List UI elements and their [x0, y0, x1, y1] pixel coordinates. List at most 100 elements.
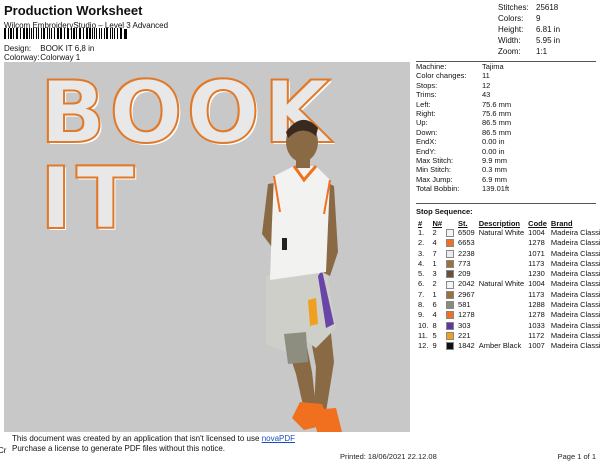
stitch-count: 6653 [458, 238, 475, 248]
color-description: Amber Black [478, 341, 522, 351]
info-value: 11 [482, 71, 490, 81]
color-swatch [444, 290, 456, 300]
table-row: 12.9 1842Amber Black 1007 Madeira Classic 4… [416, 341, 600, 351]
footer: Printed: 18/06/2021 22.12.08 Page 1 of 1 [340, 452, 596, 461]
barcode-bar [64, 28, 65, 39]
barcode-bar [60, 28, 62, 39]
barcode-bar [54, 28, 55, 39]
info-value: 0.00 in [482, 146, 505, 156]
color-swatch [444, 279, 456, 289]
thread-code: 1278 [528, 238, 545, 248]
thread-code: 1173 [528, 289, 545, 299]
barcode-bar [79, 28, 81, 39]
color-description [477, 238, 526, 248]
needle-number: 2 [432, 279, 437, 289]
stop-number: 3. [418, 248, 425, 258]
machine-info-row: Up: 86.5 mm [416, 118, 596, 127]
barcode-bar [71, 28, 72, 39]
novapdf-link[interactable]: novaPDF [262, 434, 295, 443]
thread-brand: Madeira Classic 40 [550, 228, 600, 237]
thread-brand: Madeira Classic 40 [550, 341, 600, 351]
col-description: Description [478, 218, 520, 228]
stats-panel: Stitches: 25618 Colors: 9 Height: 6.81 in W… [498, 2, 560, 57]
color-swatch [444, 300, 456, 310]
needle-number: 4 [432, 310, 437, 320]
stop-number: 4. [418, 258, 425, 268]
stat-colors: Colors: 9 [498, 14, 541, 23]
stitch-count: 2967 [458, 289, 475, 299]
info-value: 86.5 mm [482, 118, 512, 128]
barcode-bar [101, 28, 102, 39]
stop-number: 9. [418, 310, 425, 320]
info-label: Color changes: [416, 71, 467, 81]
barcode-bar [89, 28, 91, 39]
thread-color-swatch [446, 270, 455, 279]
thread-code: 1007 [528, 341, 545, 351]
barcode-bar [47, 28, 48, 39]
info-value: 75.6 mm [482, 99, 512, 109]
stitch-count: 2238 [458, 248, 475, 258]
stop-number: 12. [418, 341, 429, 351]
license-notice: This document was created by an applicat… [0, 432, 410, 455]
info-value: Tajima [482, 62, 504, 71]
barcode-bar [38, 28, 39, 39]
thread-code: 1288 [528, 300, 545, 310]
color-swatch [444, 228, 456, 238]
thread-color-swatch [446, 280, 455, 289]
color-swatch [444, 269, 456, 279]
design-value: BOOK IT 6,8 in [40, 44, 95, 53]
thread-brand: Madeira Classic 40 [550, 320, 600, 330]
barcode-bar [83, 28, 84, 39]
table-row: 7. 1 2967 1173 Madeira Classic 40 [416, 290, 600, 300]
thread-brand: Madeira Classic 40 [550, 258, 600, 268]
needle-number: 1 [432, 289, 437, 299]
stitch-count: 773 [458, 258, 471, 268]
thread-color-swatch [446, 311, 455, 320]
barcode-bar [96, 28, 97, 39]
table-row: 1. 2 6509Natural White1004 Madeira Classic … [416, 228, 600, 238]
thread-brand: Madeira Classic 40 [550, 269, 600, 279]
color-description [477, 290, 526, 300]
barcode-bar [23, 28, 25, 39]
barcode-bar [26, 28, 28, 39]
info-label: Stops: [416, 80, 438, 90]
color-swatch [444, 321, 456, 331]
machine-info-row: EndX: 0.00 in [416, 137, 596, 146]
thread-color-swatch [446, 342, 455, 351]
col-code: Code [528, 218, 547, 228]
thread-code: 1033 [528, 320, 545, 330]
barcode-bar [29, 28, 30, 39]
barcode-bar [16, 28, 18, 39]
machine-info-row: Down: 86.5 mm [416, 128, 596, 137]
machine-info-row: Max Jump: 6.9 mm [416, 175, 596, 184]
stop-sequence-table: # N# St. Description Code Brand 1. 2 6509 N… [416, 218, 600, 352]
machine-info-row: Min Stitch: 0.3 mm [416, 165, 596, 174]
color-swatch [444, 249, 456, 259]
barcode-bar [117, 28, 118, 39]
stop-number: 1. [418, 228, 425, 237]
table-row: 4. 1 773 1173 Madeira Classic 40 [416, 259, 600, 269]
stop-number: 10. [418, 320, 429, 330]
thread-code: 1004 [528, 279, 545, 289]
color-swatch [444, 331, 456, 341]
stitch-count: 581 [458, 300, 471, 310]
info-label: Machine: [416, 62, 447, 71]
barcode-bar [86, 28, 88, 39]
barcode-bar [110, 28, 111, 39]
barcode-bar [57, 28, 59, 39]
stat-zoom: Zoom: 1:1 [498, 47, 548, 56]
table-row: 5. 3 209 1230 Madeira Classic 40 [416, 269, 600, 279]
info-value: 86.5 mm [482, 127, 512, 137]
stitch-count: 2042 [458, 279, 475, 289]
info-label: Left: [416, 99, 431, 109]
table-row: 3. 7 2238 1071 Madeira Classic 40 [416, 249, 600, 259]
info-label: Max Jump: [416, 174, 453, 184]
info-label: Up: [416, 118, 428, 128]
barcode-bar [20, 28, 21, 39]
thread-color-swatch [446, 301, 455, 310]
barcode-mark [124, 29, 127, 39]
barcode-bar [120, 28, 122, 39]
barcode-bar [73, 28, 75, 39]
color-description [477, 269, 526, 279]
color-swatch [444, 238, 456, 248]
